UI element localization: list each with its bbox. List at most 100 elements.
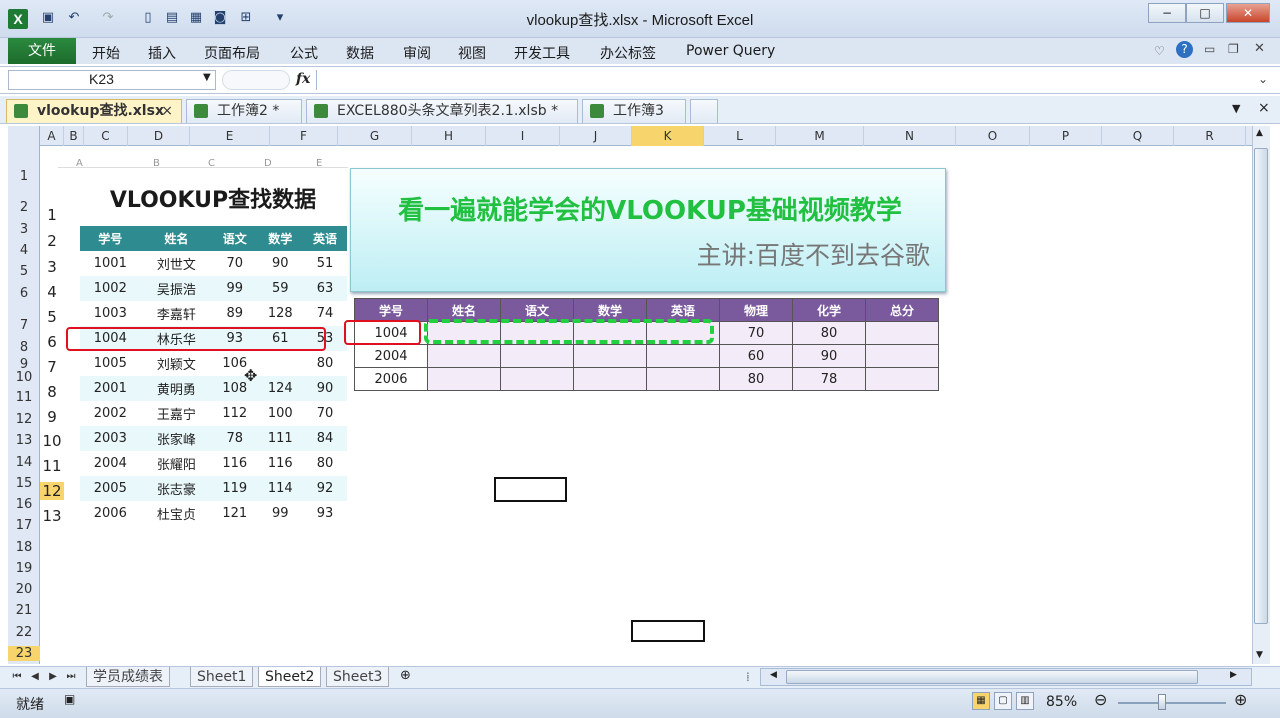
column-header[interactable]: P: [1030, 126, 1102, 146]
vertical-scroll-thumb[interactable]: [1254, 148, 1268, 624]
doc-restore-icon[interactable]: ❐: [1228, 42, 1239, 56]
zoom-level[interactable]: 85%: [1046, 694, 1077, 710]
new-workbook-tab-button[interactable]: [690, 99, 718, 123]
camera-icon[interactable]: ◙: [212, 10, 228, 26]
scroll-up-icon[interactable]: ▲: [1256, 128, 1263, 138]
row-header[interactable]: 15: [8, 476, 40, 491]
column-header[interactable]: L: [704, 126, 776, 146]
row-header[interactable]: 2: [8, 200, 40, 215]
column-header[interactable]: E: [190, 126, 270, 146]
close-workbook-icon[interactable]: ×: [1258, 100, 1270, 116]
formula-input[interactable]: [316, 70, 1256, 90]
row-header[interactable]: 4: [8, 243, 40, 258]
tab-power-query[interactable]: Power Query: [686, 43, 775, 59]
first-sheet-icon[interactable]: ⏮: [10, 668, 24, 686]
split-handle-icon[interactable]: ⁞: [746, 670, 750, 684]
tab-data[interactable]: 数据: [346, 43, 374, 63]
column-header[interactable]: O: [956, 126, 1030, 146]
tab-home[interactable]: 开始: [92, 43, 120, 63]
active-cell-k23[interactable]: [631, 620, 705, 642]
row-header[interactable]: 22: [8, 625, 40, 640]
insert-function-icon[interactable]: fx: [296, 71, 310, 87]
column-header[interactable]: H: [412, 126, 486, 146]
close-tab-icon[interactable]: ×: [161, 100, 173, 122]
column-header[interactable]: I: [486, 126, 560, 146]
maximize-button[interactable]: □: [1186, 3, 1224, 23]
horizontal-scroll-thumb[interactable]: [786, 670, 1198, 684]
workbook-tab-excel880[interactable]: EXCEL880头条文章列表2.1.xlsb *: [306, 99, 578, 123]
row-header[interactable]: 13: [8, 433, 40, 448]
workbook-tab-vlookup[interactable]: vlookup查找.xlsx ×: [6, 99, 182, 123]
zoom-in-icon[interactable]: ⊕: [1234, 690, 1247, 709]
scroll-right-icon[interactable]: ▶: [1230, 670, 1237, 680]
row-header[interactable]: 20: [8, 582, 40, 597]
sheet-tab-sheet3[interactable]: Sheet3: [326, 667, 390, 687]
redo-icon[interactable]: ↷: [100, 10, 116, 26]
save-icon[interactable]: ▣: [40, 10, 56, 26]
sheet-tab-scores[interactable]: 学员成绩表: [86, 667, 170, 687]
zoom-out-icon[interactable]: ⊖: [1094, 690, 1107, 709]
column-header-selected[interactable]: K: [632, 126, 704, 146]
column-header[interactable]: B: [64, 126, 84, 146]
tab-developer[interactable]: 开发工具: [514, 43, 570, 63]
row-header[interactable]: 5: [8, 264, 40, 279]
excel-app-icon[interactable]: X: [8, 9, 28, 29]
macro-record-icon[interactable]: ▣: [64, 692, 75, 706]
column-header[interactable]: A: [40, 126, 64, 146]
next-sheet-icon[interactable]: ▶: [46, 668, 60, 686]
row-header[interactable]: 11: [8, 390, 40, 405]
workbook-tab-2[interactable]: 工作簿2 *: [186, 99, 302, 123]
row-header[interactable]: 7: [8, 318, 40, 333]
sheet-tab-sheet2[interactable]: Sheet2: [258, 667, 322, 687]
tab-insert[interactable]: 插入: [148, 43, 176, 63]
print-preview-icon[interactable]: ▦: [188, 10, 204, 26]
page-layout-view-button[interactable]: ▢: [994, 692, 1012, 710]
last-sheet-icon[interactable]: ⏭: [64, 668, 78, 686]
column-header[interactable]: D: [128, 126, 190, 146]
column-header[interactable]: G: [338, 126, 412, 146]
open-icon[interactable]: ▤: [164, 10, 180, 26]
row-header[interactable]: 17: [8, 518, 40, 533]
select-all-corner[interactable]: [8, 126, 40, 146]
row-header[interactable]: 18: [8, 540, 40, 555]
column-header[interactable]: R: [1174, 126, 1246, 146]
row-header[interactable]: 3: [8, 222, 40, 237]
name-box[interactable]: K23: [8, 70, 216, 90]
scroll-down-icon[interactable]: ▼: [1256, 650, 1263, 660]
tab-list-dropdown-icon[interactable]: ▼: [1232, 102, 1240, 115]
collapse-ribbon-icon[interactable]: ♡: [1154, 44, 1165, 58]
column-header[interactable]: M: [776, 126, 864, 146]
row-header[interactable]: 14: [8, 455, 40, 470]
tab-view[interactable]: 视图: [458, 43, 486, 63]
prev-sheet-icon[interactable]: ◀: [28, 668, 42, 686]
row-header[interactable]: 21: [8, 603, 40, 618]
row-header[interactable]: 16: [8, 497, 40, 512]
column-header[interactable]: N: [864, 126, 956, 146]
row-header[interactable]: 1: [8, 169, 40, 184]
tab-review[interactable]: 审阅: [403, 43, 431, 63]
insert-sheet-icon[interactable]: ⊕: [400, 668, 411, 683]
tab-page-layout[interactable]: 页面布局: [204, 43, 260, 63]
row-header[interactable]: 8: [8, 340, 40, 355]
layout-icon[interactable]: ⊞: [238, 10, 254, 26]
row-header[interactable]: 19: [8, 561, 40, 576]
row-header-selected[interactable]: 23: [8, 646, 40, 661]
close-button[interactable]: ✕: [1226, 3, 1270, 23]
column-header[interactable]: C: [84, 126, 128, 146]
page-break-view-button[interactable]: ▥: [1016, 692, 1034, 710]
customize-icon[interactable]: ▾: [272, 10, 288, 26]
new-icon[interactable]: ▯: [140, 10, 156, 26]
tab-file[interactable]: 文件: [8, 38, 76, 64]
workbook-tab-3[interactable]: 工作簿3: [582, 99, 686, 123]
normal-view-button[interactable]: ▦: [972, 692, 990, 710]
scroll-left-icon[interactable]: ◀: [770, 670, 777, 680]
undo-icon[interactable]: ↶: [66, 10, 82, 26]
row-header[interactable]: 6: [8, 286, 40, 301]
column-header[interactable]: Q: [1102, 126, 1174, 146]
tab-formulas[interactable]: 公式: [290, 43, 318, 63]
doc-minimize-icon[interactable]: ▭: [1204, 42, 1215, 56]
doc-close-icon[interactable]: ✕: [1254, 41, 1265, 56]
row-header[interactable]: 12: [8, 412, 40, 427]
zoom-slider[interactable]: [1118, 702, 1226, 704]
zoom-slider-thumb[interactable]: [1158, 694, 1166, 710]
